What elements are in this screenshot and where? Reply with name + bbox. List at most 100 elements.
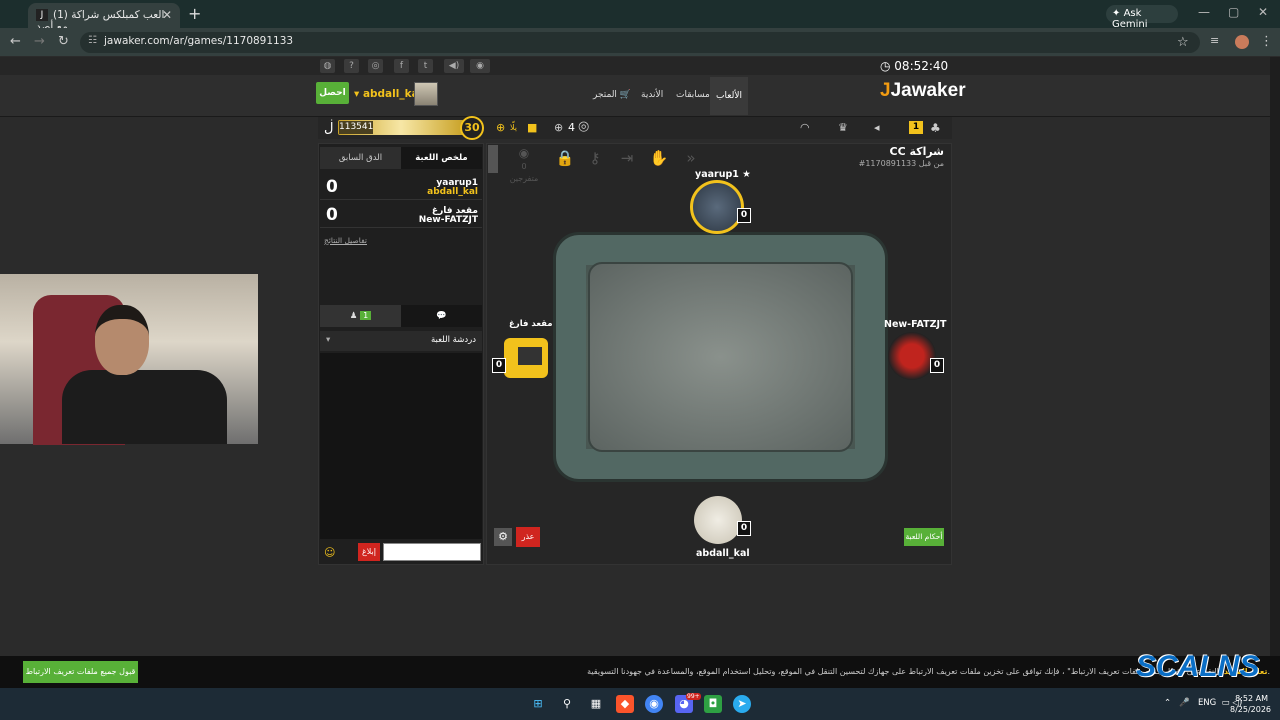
player-left-score: 0 [492,358,506,373]
clock-time: 08:52:40 [894,59,949,73]
brave-icon[interactable]: ◆ [616,695,634,713]
emoji-icon[interactable]: ☺ [324,546,335,559]
report-button[interactable]: إبلاغ [358,543,380,561]
browser-tab[interactable]: J (1) العب كمبلكس شراكة مع أصد ✕ [28,3,180,33]
discord-badge: 99+ [686,693,701,700]
game-title: CC شراكة [889,145,944,158]
users-icon: ♟ [349,311,358,321]
profile-avatar[interactable] [1235,35,1249,49]
player-top-avatar[interactable] [690,180,744,234]
exit-icon[interactable]: ⇥ [614,145,640,171]
tray-chevron-icon[interactable]: ⌃ [1164,698,1171,708]
gesture-icon[interactable]: ✋ [646,145,672,171]
player-right-score: 0 [930,358,944,373]
trophy-icon[interactable]: ♛ [838,121,848,134]
chat-room-selector[interactable]: ▾ دردشة اللعبة [320,331,482,351]
team-score-row: 0 yaarup1 abdall_kal [320,174,482,200]
taskbar-clock[interactable]: 8:52 AM 8/25/2026 [1230,693,1271,715]
site-header [0,75,1270,117]
nav-store[interactable]: المتجر 🛒 [593,90,631,100]
nav-games[interactable]: الألعاب [710,77,748,115]
back-icon[interactable]: ← [10,34,21,49]
network-icon[interactable]: ▭ [1222,698,1230,708]
start-icon[interactable]: ⊞ [529,695,547,713]
jawaker-logo[interactable]: JJawaker [880,80,966,102]
nav-clubs[interactable]: الأندية [641,90,663,100]
table-toolbar: » ✋ ⇥ ⚷ 🔒 ◉ 0 متفرجين [500,145,712,183]
reload-icon[interactable]: ↻ [58,34,69,49]
add-coins-icon[interactable]: ⊕ [496,121,505,134]
language-indicator[interactable]: ENG [1198,698,1216,708]
lock-icon[interactable]: 🔒 [552,145,578,171]
player-top-score: 0 [737,208,751,223]
new-tab-button[interactable]: + [188,4,201,23]
page-scrollbar[interactable] [1270,57,1280,656]
player-bottom-score: 0 [737,521,751,536]
rss-icon[interactable]: ◠ [800,121,810,134]
player-right-avatar[interactable] [888,332,936,380]
forward-icon[interactable]: → [34,34,45,49]
site-top-strip [0,57,1280,75]
toolbar-scroll[interactable] [488,145,498,173]
friends-icon[interactable]: ♣ [930,121,941,135]
site-settings-icon[interactable]: ☷ [88,35,97,46]
chevron-down-icon: ▾ [326,335,331,345]
game-id: #1170891133 من قبل [858,159,944,168]
mic-icon[interactable]: 🎤 [1179,698,1190,708]
notification-badge[interactable]: 1 [909,121,923,134]
add-player-icon[interactable]: ⊕ [554,121,563,134]
ask-gemini-button[interactable]: ✦ Ask Gemini [1106,5,1178,30]
bookmark-star-icon[interactable]: ☆ [1177,35,1189,50]
gamepad-icon[interactable]: ◉ [470,59,490,73]
player-bottom-name: abdall_kal [696,548,750,559]
reading-list-icon[interactable]: ≡ [1210,34,1219,47]
user-avatar[interactable] [414,82,438,106]
search-icon[interactable]: ⚲ [558,695,576,713]
megaphone-icon[interactable]: ◂ [874,121,880,134]
login-button[interactable]: احصل [316,82,349,104]
level-badge[interactable]: 30 [460,116,484,140]
window-close-icon[interactable]: ✕ [1258,5,1268,19]
jawaker-tab-icon: J [36,9,48,21]
tab-game-summary[interactable]: ملخص اللعبة [401,147,482,169]
files-icon[interactable]: ▦ [587,695,605,713]
twitter-icon[interactable]: t [418,59,433,73]
excuse-button[interactable]: عذر [516,527,540,547]
cart-icon: 🛒 [619,90,632,100]
tab-chat[interactable]: 💬 [401,305,482,327]
chrome-icon[interactable]: ◉ [645,695,663,713]
spectate-icon[interactable]: ◎ [578,119,589,134]
accept-cookies-button[interactable]: قبول جميع ملفات تعريف الارتباط [23,661,138,683]
player-bottom-avatar[interactable] [694,496,742,544]
sound-icon[interactable]: ◀) [444,59,464,73]
telegram-icon[interactable]: ➤ [733,695,751,713]
team-player-name: abdall_kal [427,187,478,197]
store-icon[interactable]: ◘ [704,695,722,713]
site-clock: ◷ 08:52:40 [880,59,949,73]
star-icon: ★ [742,169,751,180]
close-tab-icon[interactable]: ✕ [162,8,172,22]
key-icon[interactable]: ⚷ [582,145,608,171]
fast-forward-icon[interactable]: » [678,145,704,171]
chat-input[interactable] [383,543,481,561]
team-player-name: New-FATZJT [418,215,478,225]
minimize-icon[interactable]: — [1198,5,1210,19]
tab-previous-round[interactable]: الدق السابق [320,147,401,169]
empty-seat-icon[interactable] [504,338,548,378]
weekly-label[interactable]: يلّا [510,123,517,132]
table-settings-icon[interactable]: ⚙ [494,528,512,546]
maximize-icon[interactable]: ▢ [1228,5,1239,19]
url-field[interactable]: ☷ jawaker.com/ar/games/1170891133 [80,32,1200,53]
username-dropdown[interactable]: ▾ abdall_kal [354,88,422,100]
instagram-icon[interactable]: ◎ [368,59,383,73]
help-icon[interactable]: ? [344,59,359,73]
tab-online-users[interactable]: ♟ 1 [320,305,401,327]
browser-menu-icon[interactable]: ⋮ [1260,34,1273,49]
player-top-name: yaarup1 ★ [695,169,751,180]
nav-tournaments[interactable]: مسابقات [676,90,710,100]
gift-icon[interactable]: ■ [527,121,537,134]
globe-icon[interactable]: ◍ [320,59,335,73]
score-details-link[interactable]: تفاصيل النتائج [324,236,367,245]
facebook-icon[interactable]: f [394,59,409,73]
game-rules-button[interactable]: أحكام اللعبة [904,528,944,546]
